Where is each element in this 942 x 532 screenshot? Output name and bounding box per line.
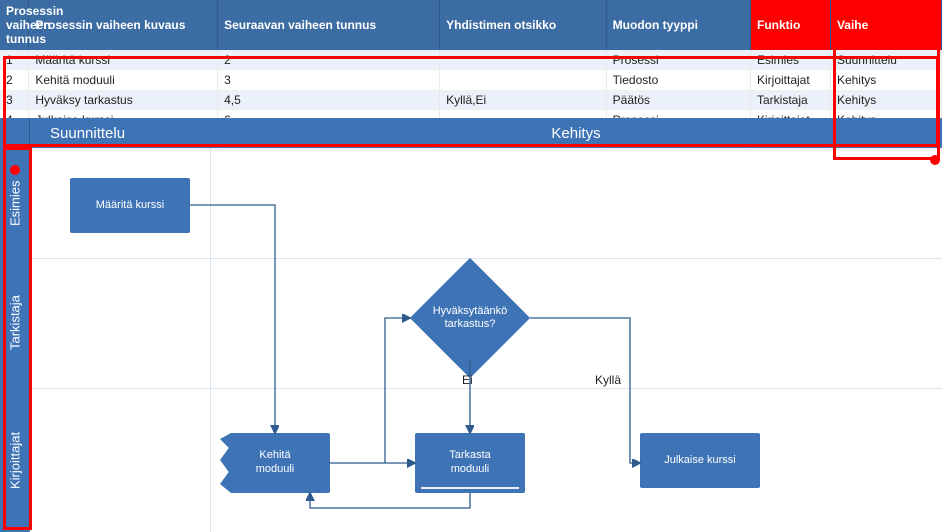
table-row[interactable]: 3Hyväksy tarkastus4,5Kyllä,EiPäätösTarki…	[0, 90, 942, 110]
shape-kehita-moduuli[interactable]: Kehitämoduuli	[220, 433, 330, 493]
shape-label: Hyväksytäänkötarkastus?	[410, 278, 530, 358]
page-root: Prosessin vaiheen tunnus Prosessin vaihe…	[0, 0, 942, 532]
th-id: Prosessin vaiheen tunnus	[0, 0, 29, 50]
cell-vaihe: Suunnittelu	[830, 50, 941, 70]
role-tarkistaja: Tarkistaja	[0, 258, 30, 388]
cell-desc: Kehitä moduuli	[29, 70, 218, 90]
phase-col-2: Kehitys	[210, 118, 942, 148]
row-divider-2	[30, 388, 942, 389]
shape-label: Kehitämoduuli	[256, 449, 295, 477]
cell-shape: Tiedosto	[606, 70, 750, 90]
phase-divider	[210, 148, 211, 532]
cell-connector: Kyllä,Ei	[440, 90, 607, 110]
row-divider-1	[30, 258, 942, 259]
th-conn: Yhdistimen otsikko	[440, 0, 607, 50]
shape-maarita-kurssi[interactable]: Määritä kurssi	[70, 178, 190, 233]
shape-julkaise-kurssi[interactable]: Julkaise kurssi	[640, 433, 760, 488]
cell-next: 2	[218, 50, 440, 70]
role-kirjoittajat: Kirjoittajat	[0, 388, 30, 532]
edge-label-yes: Kyllä	[595, 373, 621, 387]
shape-label: Tarkastamoduuli	[449, 449, 491, 477]
cell-id: 2	[0, 70, 29, 90]
cell-funktio: Esimies	[751, 50, 831, 70]
cell-id: 1	[0, 50, 29, 70]
cell-desc: Määritä kurssi	[29, 50, 218, 70]
shape-label: Julkaise kurssi	[664, 454, 736, 468]
th-next: Seuraavan vaiheen tunnus	[218, 0, 440, 50]
cell-id: 3	[0, 90, 29, 110]
th-funktio: Funktio	[751, 0, 831, 50]
cell-connector	[440, 70, 607, 90]
highlight-dot-role	[10, 165, 20, 175]
role-labels: Esimies Tarkistaja Kirjoittajat	[0, 148, 30, 532]
shape-hyvaksy-tarkastus[interactable]: Hyväksytäänkötarkastus?	[410, 278, 530, 358]
highlight-dot-funktio	[808, 40, 818, 50]
table-row[interactable]: 2Kehitä moduuli3 TiedostoKirjoittajatKehi…	[0, 70, 942, 90]
shape-tarkasta-moduuli[interactable]: Tarkastamoduuli	[415, 433, 525, 493]
cell-funktio: Tarkistaja	[751, 90, 831, 110]
cell-vaihe: Kehitys	[830, 90, 941, 110]
table-header-row: Prosessin vaiheen tunnus Prosessin vaihe…	[0, 0, 942, 50]
th-shape: Muodon tyyppi	[606, 0, 750, 50]
cell-shape: Päätös	[606, 90, 750, 110]
swimlane-body: Esimies Tarkistaja Kirjoittajat Määritä …	[0, 148, 942, 532]
cell-desc: Hyväksy tarkastus	[29, 90, 218, 110]
table-row[interactable]: 1Määritä kurssi2 ProsessiEsimiesSuunnitte…	[0, 50, 942, 70]
swimlane-corner	[0, 118, 30, 148]
highlight-dot-phase	[930, 155, 940, 165]
cell-next: 4,5	[218, 90, 440, 110]
cell-vaihe: Kehitys	[830, 70, 941, 90]
cell-funktio: Kirjoittajat	[751, 70, 831, 90]
swimlane-phase-header: Suunnittelu Kehitys	[0, 118, 942, 148]
cell-connector	[440, 50, 607, 70]
edge-label-no: Ei	[462, 373, 473, 387]
th-vaihe: Vaihe	[830, 0, 941, 50]
swimlane-grid: Määritä kurssi Hyväksytäänkötarkastus? K…	[30, 148, 942, 532]
phase-col-1: Suunnittelu	[30, 118, 210, 148]
shape-label: Määritä kurssi	[96, 199, 164, 213]
cell-next: 3	[218, 70, 440, 90]
cell-shape: Prosessi	[606, 50, 750, 70]
